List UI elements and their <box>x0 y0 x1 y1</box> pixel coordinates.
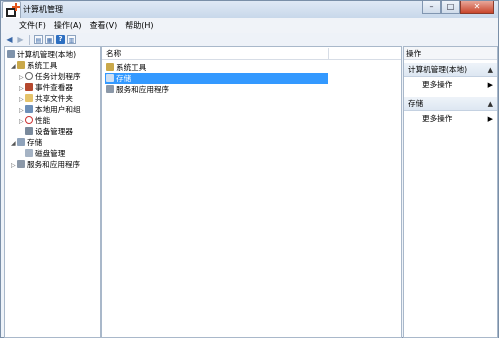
tree-item-storage[interactable]: ◢ 存储 <box>11 137 42 148</box>
shared-folder-icon <box>25 94 33 102</box>
action-group-computer-management[interactable]: 计算机管理(本地) ▲ <box>404 63 497 77</box>
menu-help[interactable]: 帮助(H) <box>125 20 153 31</box>
services-icon <box>106 85 114 93</box>
clock-icon <box>25 72 33 80</box>
minimize-button[interactable]: – <box>422 1 441 14</box>
action-group-storage[interactable]: 存储 ▲ <box>404 97 497 111</box>
toolbar-separator <box>29 34 30 45</box>
computer-management-window: 计算机管理 – □ ✕ 文件(F) 操作(A) 查看(V) 帮助(H) ◀ ▶ … <box>0 0 499 338</box>
back-arrow-icon[interactable]: ◀ <box>5 35 14 44</box>
performance-icon <box>25 116 33 124</box>
computer-icon <box>7 50 15 58</box>
menu-view[interactable]: 查看(V) <box>90 20 118 31</box>
device-manager-icon <box>25 127 33 135</box>
navigation-tree-pane[interactable]: 计算机管理(本地) ◢ 系统工具 ▷ 任务计划程序 ▷ 事件查看器 ▷ 共享文件夹 ▷ 本… <box>4 46 101 338</box>
column-header-name[interactable]: 名称 <box>102 47 401 60</box>
tree-item-event-viewer[interactable]: ▷ 事件查看器 <box>19 82 73 93</box>
actions-pane: 操作 计算机管理(本地) ▲ 更多操作 ▶ 存储 ▲ 更多操作 ▶ <box>403 46 498 338</box>
toolbar: ◀ ▶ ▤ ▦ ? ▥ <box>1 33 498 46</box>
show-hide-tree-icon[interactable]: ▤ <box>34 35 43 44</box>
submenu-arrow-icon: ▶ <box>487 115 493 123</box>
content-list-pane[interactable]: 名称 系统工具 存储 服务和应用程序 <box>101 46 402 338</box>
menu-bar: 文件(F) 操作(A) 查看(V) 帮助(H) <box>1 18 498 33</box>
tools-icon <box>17 61 25 69</box>
close-button[interactable]: ✕ <box>460 1 494 14</box>
tools-icon <box>106 63 114 71</box>
help-icon[interactable]: ? <box>56 35 65 44</box>
tree-item-task-scheduler[interactable]: ▷ 任务计划程序 <box>19 71 81 82</box>
storage-icon <box>106 74 114 82</box>
users-icon <box>25 105 33 113</box>
maximize-button[interactable]: □ <box>441 1 460 14</box>
tree-item-services-applications[interactable]: ▷ 服务和应用程序 <box>11 159 80 170</box>
tree-item-device-manager[interactable]: 设备管理器 <box>25 126 73 137</box>
tree-item-disk-management[interactable]: 磁盘管理 <box>25 148 65 159</box>
list-item-system-tools[interactable]: 系统工具 <box>105 62 146 73</box>
submenu-arrow-icon: ▶ <box>487 81 493 89</box>
more-actions-link[interactable]: 更多操作 ▶ <box>422 113 497 125</box>
menu-action[interactable]: 操作(A) <box>54 20 82 31</box>
actions-header: 操作 <box>404 47 497 60</box>
tree-root[interactable]: 计算机管理(本地) <box>7 49 76 60</box>
forward-arrow-icon[interactable]: ▶ <box>16 35 25 44</box>
services-icon <box>17 160 25 168</box>
menu-file[interactable]: 文件(F) <box>19 20 46 31</box>
disk-icon <box>25 149 33 157</box>
window-title: 计算机管理 <box>23 5 63 14</box>
title-bar[interactable]: 计算机管理 – □ ✕ <box>1 1 498 20</box>
tree-item-system-tools[interactable]: ◢ 系统工具 <box>11 60 57 71</box>
tree-item-local-users-groups[interactable]: ▷ 本地用户和组 <box>19 104 81 115</box>
collapse-caret-icon[interactable]: ▲ <box>488 63 493 77</box>
properties-icon[interactable]: ▦ <box>45 35 54 44</box>
list-item-storage[interactable]: 存储 <box>105 73 328 84</box>
show-hide-action-pane-icon[interactable]: ▥ <box>67 35 76 44</box>
tree-item-shared-folders[interactable]: ▷ 共享文件夹 <box>19 93 73 104</box>
tree-item-performance[interactable]: ▷ 性能 <box>19 115 50 126</box>
storage-icon <box>17 138 25 146</box>
column-divider[interactable] <box>328 48 329 59</box>
collapse-caret-icon[interactable]: ▲ <box>488 97 493 111</box>
list-item-services-applications[interactable]: 服务和应用程序 <box>105 84 169 95</box>
event-viewer-icon <box>25 83 33 91</box>
window-controls: – □ ✕ <box>422 1 494 15</box>
more-actions-link[interactable]: 更多操作 ▶ <box>422 79 497 91</box>
